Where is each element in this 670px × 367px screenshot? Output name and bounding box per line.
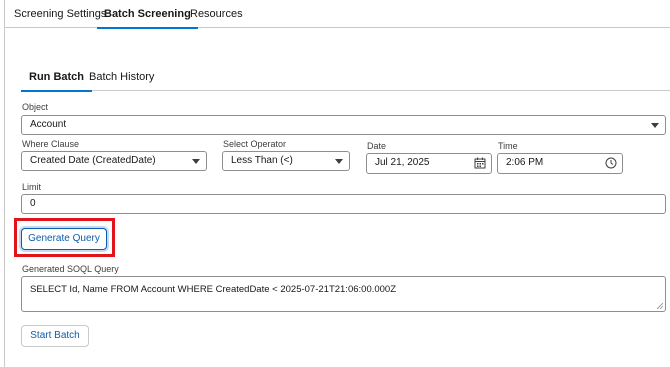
where-clause-value: Created Date (CreatedDate)	[30, 155, 156, 166]
tab-batch-screening[interactable]: Batch Screening	[97, 0, 198, 29]
chevron-down-icon	[651, 123, 659, 128]
chevron-down-icon	[192, 159, 200, 164]
top-tab-bar: Screening Settings Batch Screening Resou…	[5, 0, 670, 29]
limit-input[interactable]: 0	[21, 194, 666, 214]
time-value: 2:06 PM	[506, 157, 544, 168]
chevron-down-icon	[335, 159, 343, 164]
object-select[interactable]: Account	[21, 115, 666, 135]
date-label: Date	[367, 141, 387, 151]
tab-run-batch[interactable]: Run Batch	[21, 65, 92, 92]
start-batch-button[interactable]: Start Batch	[21, 325, 89, 347]
tab-batch-history[interactable]: Batch History	[89, 65, 154, 91]
highlight-box	[14, 218, 115, 257]
time-label: Time	[498, 141, 518, 151]
operator-label: Select Operator	[223, 139, 287, 149]
soql-query-text: SELECT Id, Name FROM Account WHERE Creat…	[30, 284, 397, 295]
operator-select[interactable]: Less Than (<)	[222, 151, 350, 171]
sub-tab-bar: Run Batch Batch History	[21, 65, 670, 92]
resize-grip-icon[interactable]	[657, 303, 663, 309]
object-select-value: Account	[30, 119, 67, 130]
object-label: Object	[22, 102, 49, 112]
operator-value: Less Than (<)	[231, 155, 293, 166]
limit-value: 0	[30, 198, 36, 209]
limit-label: Limit	[22, 182, 42, 192]
tab-resources[interactable]: Resources	[190, 0, 243, 28]
time-input[interactable]: 2:06 PM	[497, 153, 623, 174]
clock-icon[interactable]	[605, 157, 617, 169]
where-clause-select[interactable]: Created Date (CreatedDate)	[21, 151, 207, 171]
main-frame: Screening Settings Batch Screening Resou…	[4, 0, 670, 367]
soql-query-textarea[interactable]: SELECT Id, Name FROM Account WHERE Creat…	[21, 276, 666, 312]
calendar-icon[interactable]	[474, 157, 486, 169]
date-input[interactable]: Jul 21, 2025	[366, 153, 492, 174]
where-clause-label: Where Clause	[22, 139, 80, 149]
soql-label: Generated SOQL Query	[22, 264, 119, 274]
tab-screening-settings[interactable]: Screening Settings	[14, 0, 106, 28]
date-value: Jul 21, 2025	[375, 157, 430, 168]
